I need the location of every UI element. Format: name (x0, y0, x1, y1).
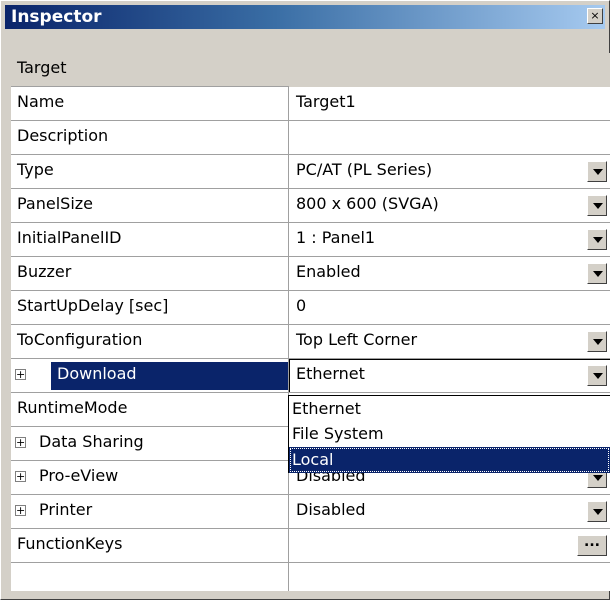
expand-icon[interactable]: + (15, 437, 26, 448)
property-value[interactable]: 0 (296, 296, 306, 315)
property-label: Name (17, 92, 65, 111)
chevron-down-icon (593, 271, 603, 277)
expand-icon[interactable]: + (15, 505, 26, 516)
property-label: ToConfiguration (17, 330, 143, 349)
property-value[interactable]: Enabled (296, 262, 361, 281)
property-row-panelsize[interactable]: PanelSize 800 x 600 (SVGA) (11, 189, 610, 223)
chevron-down-icon (593, 509, 603, 515)
chevron-down-icon (593, 373, 603, 379)
chevron-down-icon (593, 339, 603, 345)
property-value[interactable]: 1 : Panel1 (296, 228, 375, 247)
property-label: Type (17, 160, 54, 179)
property-value[interactable]: Top Left Corner (296, 330, 417, 349)
title-bar[interactable]: Inspector × (5, 5, 605, 29)
row-separator (11, 562, 610, 563)
inspector-window: Inspector × Target Name Target1 Descript… (0, 0, 610, 600)
property-row-buzzer[interactable]: Buzzer Enabled (11, 257, 610, 291)
property-row-functionkeys[interactable]: FunctionKeys ... (11, 529, 610, 563)
property-row-toconfiguration[interactable]: ToConfiguration Top Left Corner (11, 325, 610, 359)
property-row-description[interactable]: Description (11, 121, 610, 155)
property-label: InitialPanelID (17, 228, 122, 247)
category-value-cell (289, 53, 610, 87)
property-label: StartUpDelay [sec] (17, 296, 169, 315)
property-value[interactable]: Target1 (296, 92, 356, 111)
property-label: Buzzer (17, 262, 72, 281)
chevron-down-icon (593, 475, 603, 481)
window-title: Inspector (11, 7, 102, 27)
dropdown-option-ethernet[interactable]: Ethernet (289, 396, 610, 422)
dropdown-button[interactable] (587, 195, 607, 216)
property-label: Printer (39, 500, 93, 519)
property-label: FunctionKeys (17, 534, 123, 553)
expand-icon[interactable]: + (15, 471, 26, 482)
property-row-initialpanelid[interactable]: InitialPanelID 1 : Panel1 (11, 223, 610, 257)
close-button[interactable]: × (587, 8, 603, 24)
dropdown-button[interactable] (587, 229, 607, 250)
dropdown-option-file-system[interactable]: File System (289, 421, 610, 447)
property-value[interactable]: 800 x 600 (SVGA) (296, 194, 439, 213)
property-label: Pro-eView (39, 466, 119, 485)
dropdown-button[interactable] (587, 331, 607, 352)
property-row-download[interactable]: + Download Ethernet (11, 359, 610, 393)
download-value-combobox[interactable]: Ethernet (289, 359, 610, 393)
ellipsis-button[interactable]: ... (577, 535, 607, 556)
property-row-startupdelay[interactable]: StartUpDelay [sec] 0 (11, 291, 610, 325)
property-label: Download (57, 364, 137, 383)
dropdown-button[interactable] (587, 365, 607, 386)
property-value[interactable]: PC/AT (PL Series) (296, 160, 432, 179)
property-label: PanelSize (17, 194, 94, 213)
property-grid: Target Name Target1 Description Type PC/… (11, 53, 610, 591)
expand-icon[interactable]: + (15, 369, 26, 380)
chevron-down-icon (593, 237, 603, 243)
property-value[interactable]: Disabled (296, 500, 366, 519)
property-label: RuntimeMode (17, 398, 128, 417)
category-label: Target (17, 58, 67, 77)
property-row-printer[interactable]: + Printer Disabled (11, 495, 610, 529)
dropdown-button[interactable] (587, 263, 607, 284)
dropdown-button[interactable] (587, 161, 607, 182)
property-row-type[interactable]: Type PC/AT (PL Series) (11, 155, 610, 189)
dropdown-button[interactable] (587, 501, 607, 522)
chevron-down-icon (593, 169, 603, 175)
chevron-down-icon (593, 203, 603, 209)
property-label: Description (17, 126, 109, 145)
download-dropdown-list[interactable]: Ethernet File System Local (288, 395, 610, 473)
property-label: Data Sharing (39, 432, 144, 451)
property-row-name[interactable]: Name Target1 (11, 87, 610, 121)
dropdown-option-local[interactable]: Local (289, 447, 610, 473)
combobox-value: Ethernet (296, 364, 365, 383)
